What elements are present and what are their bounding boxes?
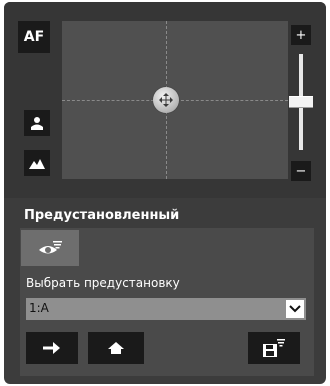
arrow-right-icon <box>43 342 60 354</box>
zoom-slider-thumb[interactable] <box>289 96 313 108</box>
mountain-icon <box>29 159 45 169</box>
zoom-out-button[interactable]: − <box>291 161 311 181</box>
zoom-out-label: − <box>295 163 307 179</box>
save-preset-icon <box>263 339 285 357</box>
autofocus-label: AF <box>23 29 45 45</box>
move-arrows-icon <box>159 93 173 107</box>
zoom-in-label: + <box>295 27 307 43</box>
home-icon <box>108 342 124 354</box>
save-preset-button[interactable] <box>248 332 300 364</box>
autofocus-button[interactable]: AF <box>18 21 50 53</box>
landscape-focus-button[interactable] <box>24 150 50 176</box>
preset-select-value: 1:A <box>29 301 49 315</box>
go-to-preset-button[interactable] <box>26 332 78 364</box>
pan-tilt-pad[interactable] <box>62 21 288 179</box>
preset-section-title: Предустановленный <box>24 208 180 223</box>
eye-preset-icon <box>39 241 62 254</box>
chevron-down-icon[interactable] <box>286 300 304 318</box>
preset-select-label: Выбрать предустановку <box>26 276 180 290</box>
home-position-button[interactable] <box>88 332 144 364</box>
preset-select[interactable]: 1:A <box>26 298 306 320</box>
ptz-control-panel: AF + − Предустановленный Выбрать предуст… <box>4 2 326 384</box>
pan-tilt-handle[interactable] <box>153 87 179 113</box>
preset-view-tab[interactable] <box>21 230 79 266</box>
portrait-focus-button[interactable] <box>24 110 50 136</box>
zoom-in-button[interactable]: + <box>291 25 311 45</box>
person-icon <box>31 117 43 130</box>
